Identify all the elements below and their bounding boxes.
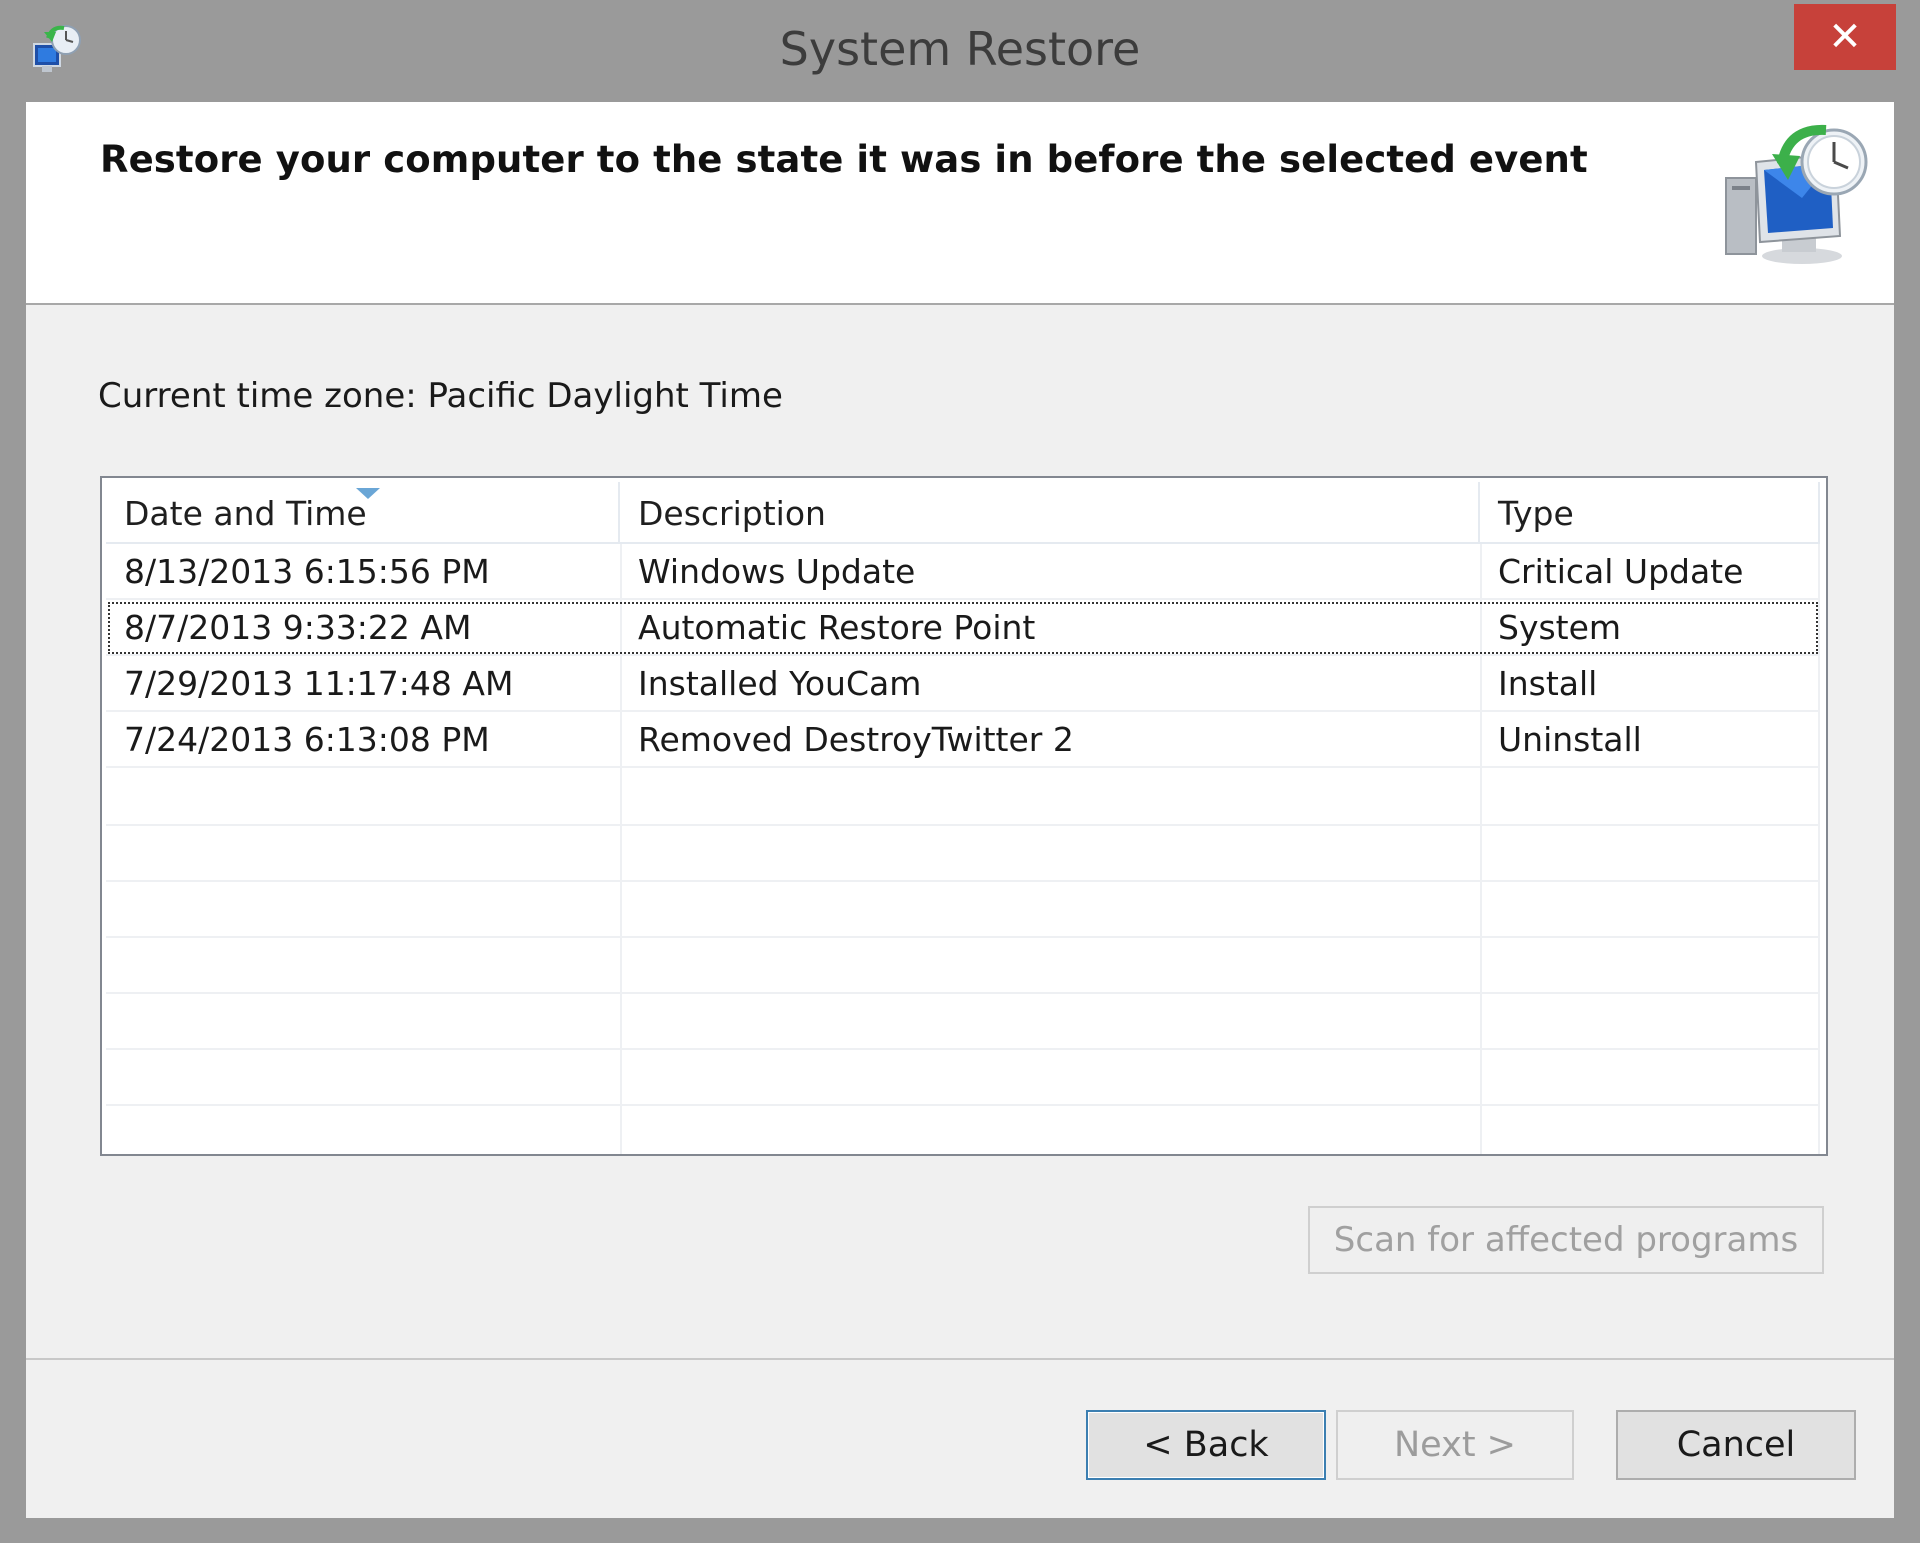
wizard-header: Restore your computer to the state it wa… (26, 102, 1894, 305)
window-title: System Restore (779, 22, 1141, 76)
scan-affected-programs-button[interactable]: Scan for affected programs (1308, 1206, 1824, 1274)
cancel-button[interactable]: Cancel (1616, 1410, 1856, 1480)
close-button[interactable]: ✕ (1794, 4, 1896, 70)
cell-type: System (1498, 608, 1622, 647)
restore-points-list[interactable]: Date and Time Description Type 8/13/2013… (100, 476, 1828, 1156)
cell-date: 8/13/2013 6:15:56 PM (124, 552, 490, 591)
cell-description: Automatic Restore Point (638, 608, 1036, 647)
grid-line (106, 1104, 1820, 1106)
footer-divider (26, 1358, 1894, 1360)
grid-line (106, 992, 1820, 994)
table-row[interactable]: 7/29/2013 11:17:48 AM Installed YouCam I… (106, 656, 1820, 712)
computer-restore-clock-icon (1722, 118, 1870, 268)
cell-description: Windows Update (638, 552, 916, 591)
cell-type: Critical Update (1498, 552, 1744, 591)
cell-type: Install (1498, 664, 1598, 703)
timezone-label: Current time zone: Pacific Daylight Time (98, 376, 783, 416)
list-header: Date and Time Description Type (106, 482, 1820, 544)
dialog-content: Restore your computer to the state it wa… (26, 102, 1894, 1518)
cell-date: 7/24/2013 6:13:08 PM (124, 720, 490, 759)
column-header-type[interactable]: Type (1480, 482, 1820, 544)
grid-line (106, 880, 1820, 882)
cell-description: Installed YouCam (638, 664, 922, 703)
grid-line (106, 824, 1820, 826)
grid-line (106, 936, 1820, 938)
next-button[interactable]: Next > (1336, 1410, 1574, 1480)
table-row[interactable]: 8/13/2013 6:15:56 PM Windows Update Crit… (106, 544, 1820, 600)
column-header-description[interactable]: Description (620, 482, 1480, 544)
system-restore-window: System Restore ✕ Restore your computer t… (0, 0, 1920, 1543)
title-bar[interactable]: System Restore ✕ (0, 0, 1920, 102)
close-icon: ✕ (1828, 14, 1862, 60)
cell-date: 7/29/2013 11:17:48 AM (124, 664, 514, 703)
cell-description: Removed DestroyTwitter 2 (638, 720, 1074, 759)
page-title: Restore your computer to the state it wa… (100, 138, 1588, 181)
back-button[interactable]: < Back (1086, 1410, 1326, 1480)
cell-type: Uninstall (1498, 720, 1642, 759)
sort-descending-icon (356, 488, 380, 499)
table-row[interactable]: 7/24/2013 6:13:08 PM Removed DestroyTwit… (106, 712, 1820, 768)
grid-line (106, 1048, 1820, 1050)
table-row[interactable]: 8/7/2013 9:33:22 AM Automatic Restore Po… (106, 600, 1820, 656)
cell-date: 8/7/2013 9:33:22 AM (124, 608, 472, 647)
